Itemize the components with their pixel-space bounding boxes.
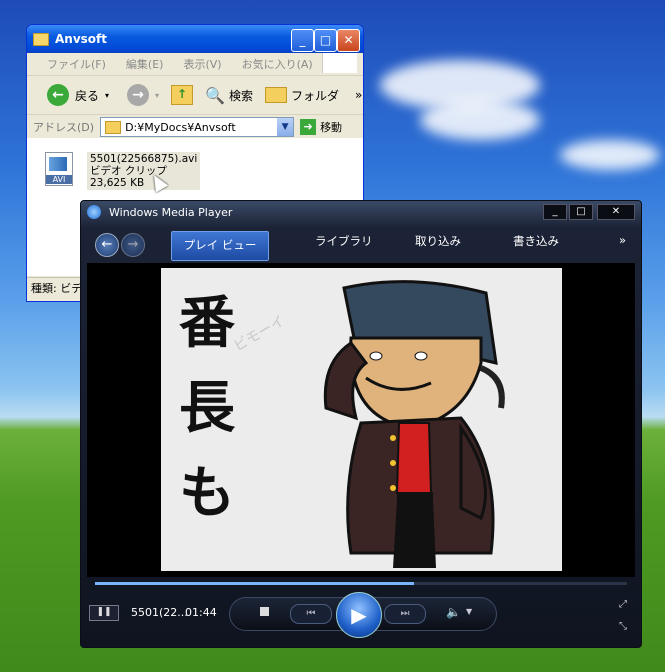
explorer-title: Anvsoft xyxy=(55,32,107,46)
file-details: 5501(22566875).avi ビデオ クリップ 23,625 KB xyxy=(87,152,201,190)
wmp-minimize-button[interactable]: _ xyxy=(543,204,567,220)
back-label: 戻る xyxy=(75,88,100,103)
back-button[interactable]: ← 戻る ▾ xyxy=(47,84,109,106)
stop-button[interactable] xyxy=(260,607,269,616)
address-input[interactable]: D:¥MyDocs¥Anvsoft ▼ xyxy=(100,117,295,137)
folders-button[interactable]: フォルダ xyxy=(264,87,339,104)
status-text: 種類: ビデ xyxy=(31,282,83,295)
media-player-window: Windows Media Player _ □ ✕ ← → プレイ ビュー ラ… xyxy=(80,200,642,648)
up-folder-button[interactable]: ↑ xyxy=(171,85,194,105)
playback-time: 01:44 xyxy=(185,606,217,619)
tab-burn[interactable]: 書き込み xyxy=(513,233,559,249)
forward-button[interactable]: → ▾ xyxy=(127,84,159,106)
play-button[interactable]: ▶ xyxy=(336,592,382,638)
explorer-menubar: ファイル(F) 編集(E) 表示(V) お気に入り(A) » xyxy=(27,53,363,76)
address-bar: アドレス(D) D:¥MyDocs¥Anvsoft ▼ ➜ 移動 xyxy=(27,115,363,140)
tab-more[interactable]: » xyxy=(619,233,626,247)
up-folder-icon: ↑ xyxy=(171,85,194,105)
wmp-close-button[interactable]: ✕ xyxy=(597,204,635,220)
address-value: D:¥MyDocs¥Anvsoft xyxy=(125,120,236,134)
windows-logo-icon xyxy=(322,53,357,73)
folder-icon xyxy=(105,120,122,134)
pause-switch-button[interactable]: ❚❚ xyxy=(89,605,119,621)
forward-dropdown-icon[interactable]: ▾ xyxy=(155,91,159,100)
wmp-forward-icon[interactable]: → xyxy=(121,233,145,257)
video-frame: 番 長 も ビモーイ xyxy=(161,268,562,571)
go-label: 移動 xyxy=(320,121,343,134)
seek-progress xyxy=(95,582,415,585)
folders-icon xyxy=(264,87,287,103)
file-type: ビデオ クリップ xyxy=(90,165,167,177)
file-size: 23,625 KB xyxy=(90,177,145,189)
menu-view[interactable]: 表示(V) xyxy=(183,56,221,72)
tab-now-playing[interactable]: プレイ ビュー xyxy=(171,231,269,261)
video-file-icon: AVI xyxy=(45,152,73,186)
menu-edit[interactable]: 編集(E) xyxy=(126,56,164,72)
close-button[interactable]: ✕ xyxy=(337,29,360,52)
media-player-title: Windows Media Player xyxy=(109,205,233,219)
video-area[interactable]: 番 長 も ビモーイ xyxy=(87,263,635,577)
go-arrow-icon: ➜ xyxy=(300,119,317,135)
minimize-button[interactable]: _ xyxy=(291,29,314,52)
search-label: 検索 xyxy=(228,88,253,103)
address-dropdown-icon[interactable]: ▼ xyxy=(277,118,294,136)
tab-rip[interactable]: 取り込み xyxy=(415,233,461,249)
maximize-button[interactable]: □ xyxy=(314,29,337,52)
media-player-nav: ← → プレイ ビュー ライブラリ 取り込み 書き込み » xyxy=(81,225,641,261)
playback-controls: ❚❚ 5501(22... 01:44 ⏮ ▶ ⏭ 🔈 ▼ ⤢ ⤡ xyxy=(81,592,641,647)
address-label: アドレス(D) xyxy=(33,121,95,134)
cartoon-character xyxy=(323,280,505,568)
previous-button[interactable]: ⏮ xyxy=(290,604,332,624)
transport-pod: ⏮ ▶ ⏭ 🔈 ▼ xyxy=(229,592,497,638)
back-dropdown-icon[interactable]: ▾ xyxy=(105,91,109,100)
volume-dropdown-icon[interactable]: ▼ xyxy=(466,607,472,616)
go-button[interactable]: ➜ 移動 xyxy=(300,119,342,135)
explorer-toolbar: ← 戻る ▾ → ▾ ↑ 🔍 検索 フォルダ » xyxy=(27,76,363,115)
wmp-back-icon[interactable]: ← xyxy=(95,233,119,257)
tab-library[interactable]: ライブラリ xyxy=(315,233,373,249)
next-button[interactable]: ⏭ xyxy=(384,604,426,624)
search-icon: 🔍 xyxy=(205,85,225,105)
file-name: 5501(22566875).avi xyxy=(90,153,198,165)
menu-favorites[interactable]: お気に入り(A) xyxy=(242,56,313,72)
file-item[interactable]: AVI 5501(22566875).avi ビデオ クリップ 23,625 K… xyxy=(45,152,201,190)
fullscreen-icon[interactable]: ⤢ xyxy=(619,599,631,611)
folder-icon xyxy=(33,32,49,46)
menu-file[interactable]: ファイル(F) xyxy=(47,56,106,72)
now-playing-title: 5501(22... xyxy=(131,606,188,619)
back-arrow-icon: ← xyxy=(47,84,69,106)
forward-arrow-icon: → xyxy=(127,84,150,106)
search-button[interactable]: 🔍 検索 xyxy=(205,86,253,105)
toolbar-more[interactable]: » xyxy=(355,88,362,102)
seek-bar[interactable] xyxy=(95,582,627,585)
volume-icon[interactable]: 🔈 xyxy=(446,605,461,619)
tab-now-playing-label: プレイ ビュー xyxy=(183,238,257,252)
media-player-logo-icon xyxy=(87,205,101,219)
wmp-maximize-button[interactable]: □ xyxy=(569,204,593,220)
compact-mode-icon[interactable]: ⤡ xyxy=(619,621,631,633)
folders-label: フォルダ xyxy=(290,88,339,103)
